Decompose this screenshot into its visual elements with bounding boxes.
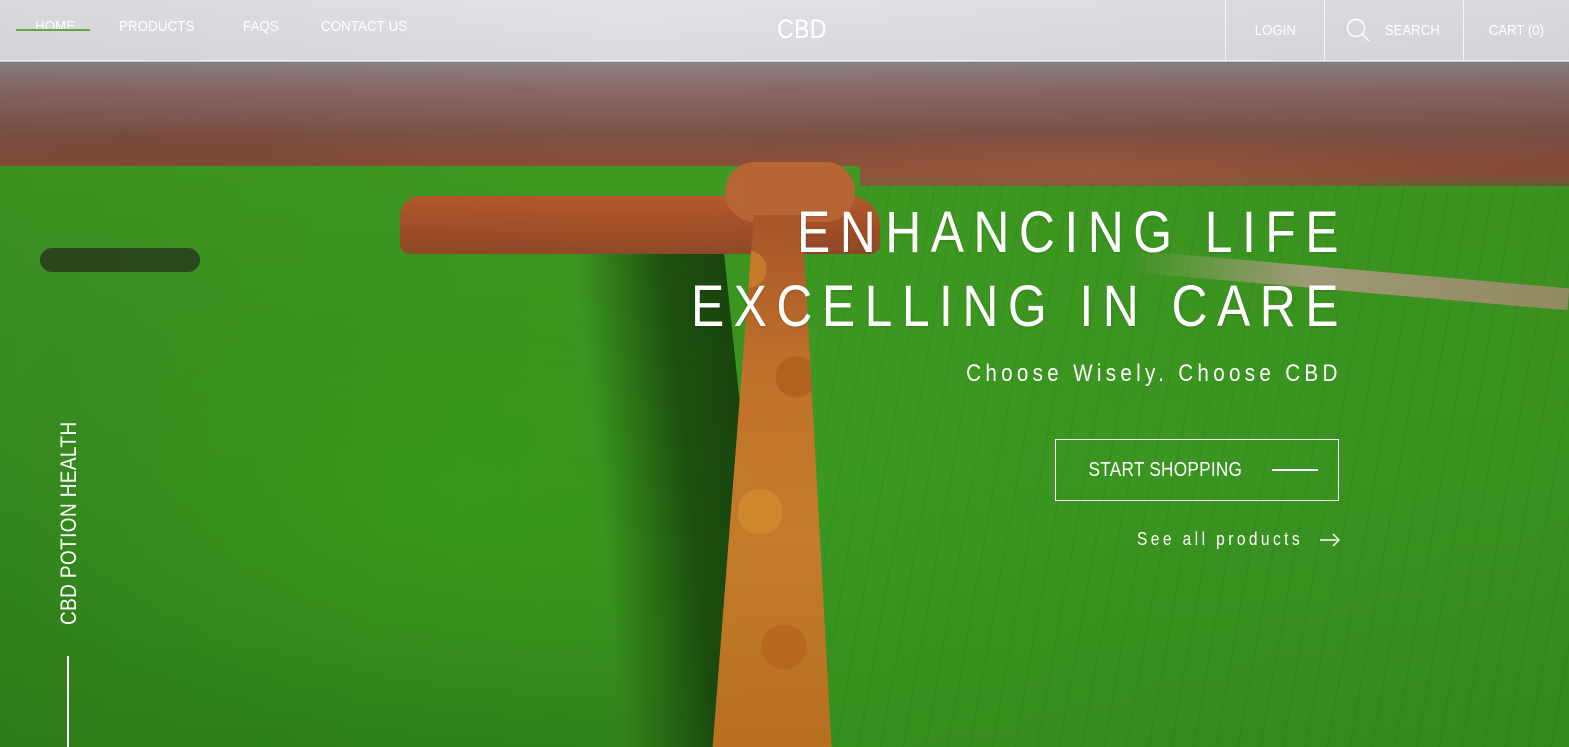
login-button[interactable]: LOGIN xyxy=(1225,0,1324,60)
nav-faqs-link[interactable]: FAQS xyxy=(243,18,279,35)
side-vertical-label: CBD POTION HEALTH xyxy=(56,388,82,625)
headline-line-1: ENHANCING LIFE xyxy=(797,200,1348,265)
brand-logo[interactable]: CBD xyxy=(766,14,837,45)
nav-contact-link[interactable]: CONTACT US xyxy=(321,18,407,35)
search-button[interactable]: SEARCH xyxy=(1324,0,1463,60)
nav-products-link[interactable]: PRODUCTS xyxy=(119,18,194,35)
see-all-products-label: See all products xyxy=(1136,529,1303,549)
cart-button[interactable]: CART (0) xyxy=(1463,0,1569,60)
dash-icon xyxy=(1272,469,1319,471)
login-label: LOGIN xyxy=(1254,21,1296,39)
start-shopping-label: START SHOPPING xyxy=(1088,458,1242,481)
nav-home-link[interactable]: HOME xyxy=(35,18,75,35)
start-shopping-button[interactable]: START SHOPPING xyxy=(1055,439,1339,501)
search-icon xyxy=(1346,18,1370,42)
cart-label: CART (0) xyxy=(1488,21,1545,39)
hero-headline: ENHANCING LIFE EXCELLING IN CARE xyxy=(584,196,1339,344)
side-label-text: CBD POTION HEALTH xyxy=(56,421,81,625)
see-all-products-link[interactable]: See all products xyxy=(1110,529,1341,550)
headline-line-2: EXCELLING IN CARE xyxy=(691,274,1348,339)
search-label: SEARCH xyxy=(1384,21,1440,39)
main-nav: HOME PRODUCTS FAQS CONTACT US xyxy=(35,18,458,35)
hero-tagline: Choose Wisely. Choose CBD xyxy=(966,360,1342,387)
site-header: HOME PRODUCTS FAQS CONTACT US CBD LOGIN … xyxy=(0,0,1569,61)
arrow-right-icon xyxy=(1320,533,1340,546)
header-actions: LOGIN SEARCH CART (0) xyxy=(1225,0,1569,60)
active-nav-indicator xyxy=(16,29,90,31)
page: HOME PRODUCTS FAQS CONTACT US CBD LOGIN … xyxy=(0,0,1569,747)
side-decorative-line xyxy=(67,656,69,747)
